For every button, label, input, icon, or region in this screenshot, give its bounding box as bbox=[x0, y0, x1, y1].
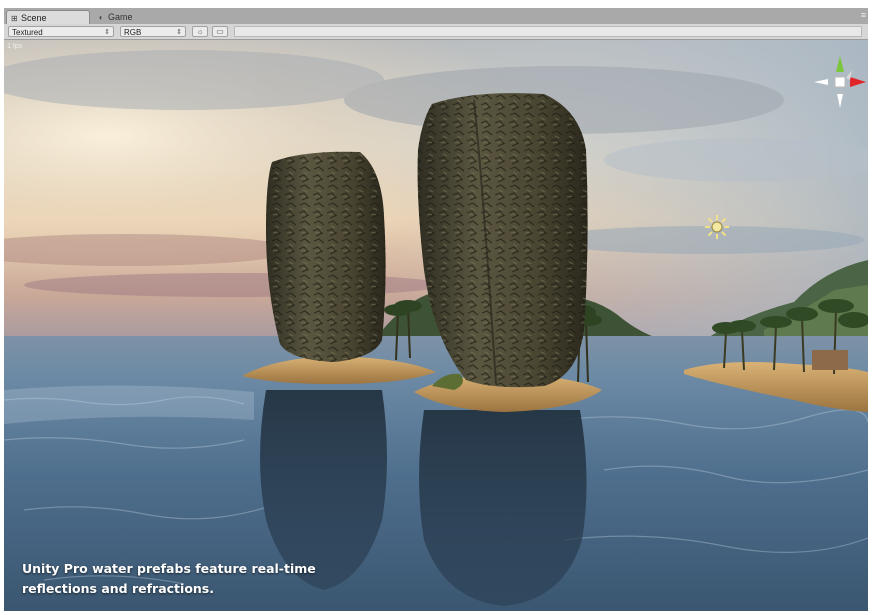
render-channel-dropdown[interactable]: RGB ⇕ bbox=[120, 26, 186, 37]
tab-game[interactable]: ◖ Game bbox=[94, 10, 154, 24]
caption-line-1: Unity Pro water prefabs feature real-tim… bbox=[22, 561, 316, 576]
scene-overlay-toggle[interactable]: ▭ bbox=[212, 26, 228, 37]
image-caption: Unity Pro water prefabs feature real-tim… bbox=[22, 559, 362, 599]
sun-toggle-icon: ☼ bbox=[196, 27, 204, 36]
tab-scene-label: Scene bbox=[21, 13, 47, 23]
draw-mode-dropdown[interactable]: Textured ⇕ bbox=[8, 26, 114, 37]
caption-line-2: reflections and refractions. bbox=[22, 581, 214, 596]
draw-mode-value: Textured bbox=[12, 28, 43, 37]
image-toggle-icon: ▭ bbox=[216, 27, 224, 36]
beach-hut bbox=[812, 350, 848, 370]
scene-toolbar: Textured ⇕ RGB ⇕ ☼ ▭ bbox=[4, 24, 868, 40]
render-channel-value: RGB bbox=[124, 28, 142, 37]
tab-game-label: Game bbox=[108, 12, 133, 22]
toolbar-filler bbox=[234, 26, 862, 37]
game-pacman-icon: ◖ bbox=[98, 13, 103, 22]
window-menu-icon[interactable]: ≡ bbox=[861, 10, 866, 20]
dropdown-arrow-icon: ⇕ bbox=[176, 29, 182, 36]
directional-light-icon[interactable] bbox=[704, 214, 730, 240]
dropdown-arrow-icon: ⇕ bbox=[104, 29, 110, 36]
scene-lighting-toggle[interactable]: ☼ bbox=[192, 26, 208, 37]
fps-readout: 1 fps bbox=[7, 43, 23, 50]
rock-reflection-right bbox=[419, 410, 587, 606]
tab-scene[interactable]: ⊞ Scene bbox=[6, 10, 90, 24]
scene-render bbox=[4, 40, 868, 611]
orientation-gizmo-icon[interactable] bbox=[812, 54, 868, 110]
scene-viewport[interactable]: 1 fps Unity Pro water prefabs feature re… bbox=[4, 40, 868, 611]
tab-bar: ⊞ Scene ◖ Game ≡ bbox=[4, 8, 868, 24]
rock-pillar-left bbox=[266, 151, 386, 362]
scene-window: ⊞ Scene ◖ Game ≡ Textured ⇕ RGB ⇕ ☼ ▭ 1 … bbox=[0, 0, 872, 615]
